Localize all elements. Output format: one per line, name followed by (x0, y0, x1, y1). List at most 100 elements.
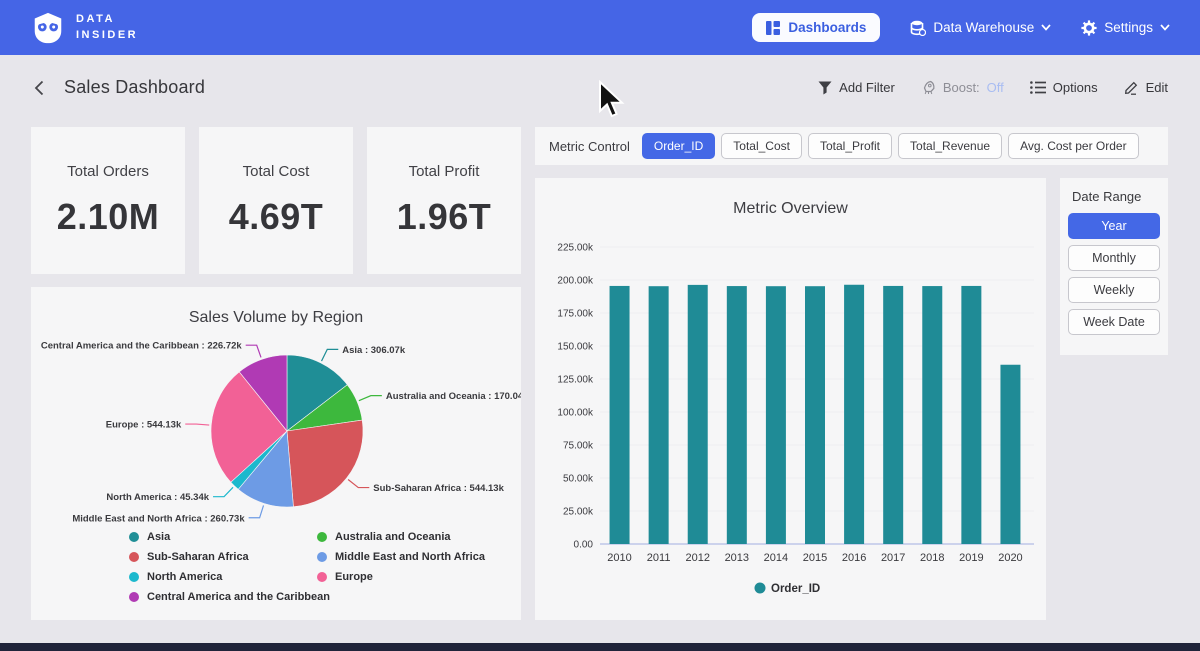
options-button[interactable]: Options (1030, 80, 1098, 95)
legend-label: Australia and Oceania (335, 531, 451, 543)
chevron-down-icon (1160, 24, 1170, 31)
metric-chip-total-cost[interactable]: Total_Cost (721, 133, 802, 159)
x-tick-label: 2019 (959, 552, 983, 564)
boost-label: Boost: (943, 80, 980, 95)
bar-2011[interactable] (649, 286, 669, 544)
bar-2019[interactable] (961, 286, 981, 544)
bar-2012[interactable] (688, 285, 708, 544)
x-tick-label: 2014 (764, 552, 788, 564)
x-tick-label: 2012 (685, 552, 709, 564)
brand-logo: DATA INSIDER (30, 10, 138, 46)
bar-legend-item[interactable]: Order_ID (755, 583, 821, 596)
y-tick-label: 200.00k (557, 276, 594, 287)
bar-2020[interactable] (1000, 365, 1020, 544)
legend-label: Central America and the Caribbean (147, 591, 330, 603)
metric-chip-total-revenue[interactable]: Total_Revenue (898, 133, 1002, 159)
back-chevron-icon (32, 79, 46, 97)
bar-2016[interactable] (844, 285, 864, 544)
pie-legend-north-america[interactable]: North America (129, 571, 330, 583)
pie-callout-north-america: North America : 45.34k (106, 492, 209, 503)
nav-dashboards-button[interactable]: Dashboards (752, 13, 880, 42)
pie-legend-central-america-and-the-caribbean[interactable]: Central America and the Caribbean (129, 591, 330, 603)
pie-legend-middle-east-and-north-africa[interactable]: Middle East and North Africa (317, 551, 485, 563)
x-tick-label: 2011 (647, 552, 671, 564)
date-range-weekly[interactable]: Weekly (1068, 277, 1160, 303)
bar-2014[interactable] (766, 286, 786, 544)
bottom-strip (0, 643, 1200, 651)
legend-label: Sub-Saharan Africa (147, 551, 249, 563)
bar-2015[interactable] (805, 286, 825, 544)
metric-chip-order-id[interactable]: Order_ID (642, 133, 715, 159)
x-tick-label: 2010 (607, 552, 631, 564)
pie-slice-sub-saharan-africa[interactable] (287, 420, 363, 507)
owl-logo-icon (30, 10, 66, 46)
kpi-card-total-profit: Total Profit 1.96T (367, 127, 521, 274)
date-range-panel: Date Range Year Monthly Weekly Week Date (1060, 178, 1168, 355)
date-range-year[interactable]: Year (1068, 213, 1160, 239)
pie-legend-asia[interactable]: Asia (129, 531, 330, 543)
kpi-card-total-orders: Total Orders 2.10M (31, 127, 185, 274)
nav-settings-menu[interactable]: Settings (1081, 20, 1170, 36)
y-tick-label: 225.00k (557, 243, 594, 254)
add-filter-button[interactable]: Add Filter (818, 80, 895, 95)
kpi-value: 4.69T (229, 196, 324, 238)
dashboard-header: Sales Dashboard Add Filter Boost: Off (0, 55, 1200, 120)
kpi-value: 2.10M (57, 196, 160, 238)
bar-chart[interactable]: 225.00k200.00k175.00k150.00k125.00k100.0… (535, 178, 1046, 620)
legend-label: Asia (147, 531, 170, 543)
legend-label: North America (147, 571, 222, 583)
metric-chip-avg-cost-per-order[interactable]: Avg. Cost per Order (1008, 133, 1139, 159)
boost-value: Off (987, 80, 1004, 95)
pie-legend-europe[interactable]: Europe (317, 571, 485, 583)
legend-dot (129, 532, 139, 542)
options-list-icon (1030, 81, 1046, 94)
brand-line2: INSIDER (76, 28, 138, 44)
pie-callout-sub-saharan-africa: Sub-Saharan Africa : 544.13k (373, 483, 504, 494)
bar-2010[interactable] (610, 286, 630, 544)
pie-callout-central-america-and-the-caribbean: Central America and the Caribbean : 226.… (41, 341, 243, 352)
database-icon (910, 20, 926, 36)
dashboard-grid-icon (766, 21, 780, 35)
legend-dot (129, 552, 139, 562)
sales-volume-panel: Sales Volume by Region Asia : 306.07kAus… (31, 287, 521, 620)
metric-control-bar: Metric Control Order_IDTotal_CostTotal_P… (535, 127, 1168, 165)
bar-2013[interactable] (727, 286, 747, 544)
pencil-icon (1124, 80, 1139, 95)
date-range-label: Date Range (1068, 189, 1160, 204)
legend-dot (317, 572, 327, 582)
bar-legend-label: Order_ID (771, 583, 820, 595)
page-title: Sales Dashboard (64, 77, 205, 98)
bar-2017[interactable] (883, 286, 903, 544)
edit-button[interactable]: Edit (1124, 80, 1168, 95)
metric-chip-total-profit[interactable]: Total_Profit (808, 133, 892, 159)
metric-overview-panel: Metric Overview 225.00k200.00k175.00k150… (535, 178, 1046, 620)
kpi-label: Total Profit (409, 163, 480, 180)
pie-chart[interactable]: Asia : 306.07kAustralia and Oceania : 17… (31, 325, 521, 537)
date-range-week-date[interactable]: Week Date (1068, 309, 1160, 335)
bar-2018[interactable] (922, 286, 942, 544)
rocket-icon (921, 80, 936, 95)
pie-legend-sub-saharan-africa[interactable]: Sub-Saharan Africa (129, 551, 330, 563)
date-range-monthly[interactable]: Monthly (1068, 245, 1160, 271)
legend-label: Middle East and North Africa (335, 551, 485, 563)
back-button[interactable] (32, 79, 46, 97)
kpi-label: Total Cost (243, 163, 310, 180)
boost-toggle[interactable]: Boost: Off (921, 80, 1004, 95)
legend-dot (317, 552, 327, 562)
pie-callout-europe: Europe : 544.13k (106, 420, 182, 431)
pie-callout-australia-and-oceania: Australia and Oceania : 170.04k (386, 391, 521, 402)
kpi-label: Total Orders (67, 163, 149, 180)
y-tick-label: 100.00k (557, 408, 594, 419)
x-tick-label: 2017 (881, 552, 905, 564)
pie-callout-middle-east-and-north-africa: Middle East and North Africa : 260.73k (72, 513, 245, 524)
kpi-card-total-cost: Total Cost 4.69T (199, 127, 353, 274)
y-tick-label: 50.00k (563, 474, 594, 485)
options-label: Options (1053, 80, 1098, 95)
date-range-buttons: Year Monthly Weekly Week Date (1068, 213, 1160, 335)
nav-data-warehouse-menu[interactable]: Data Warehouse (910, 20, 1051, 36)
x-tick-label: 2016 (842, 552, 866, 564)
filter-funnel-icon (818, 81, 832, 95)
pie-legend-australia-and-oceania[interactable]: Australia and Oceania (317, 531, 485, 543)
chevron-down-icon (1041, 24, 1051, 31)
pie-legend-column-2: Australia and Oceania Middle East and Nor… (317, 531, 485, 583)
